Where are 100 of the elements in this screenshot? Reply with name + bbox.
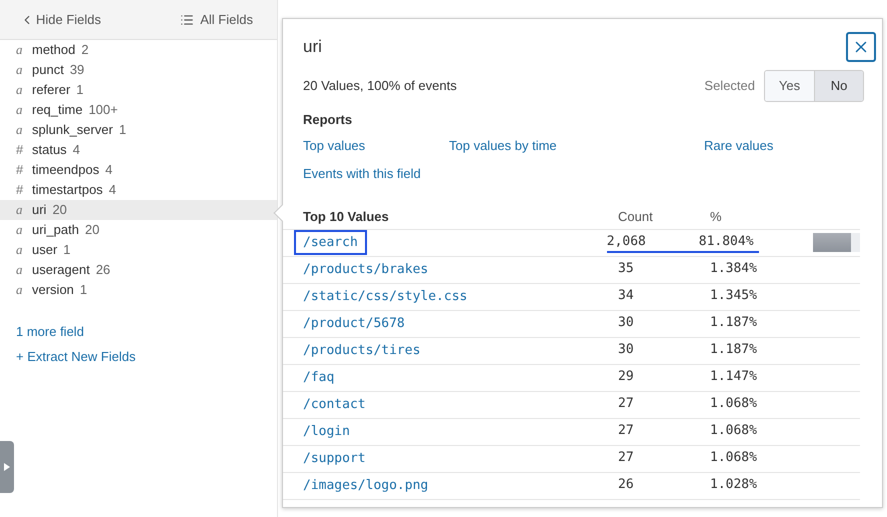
field-type: a (16, 61, 24, 80)
field-type: a (16, 241, 24, 260)
field-item[interactable]: a uri_path 20 (0, 220, 277, 240)
column-header: Top 10 Values (303, 208, 390, 226)
column-header: % (710, 208, 722, 226)
percent-cell-text: 1.147% (710, 368, 758, 386)
field-type: # (16, 181, 24, 200)
selected-label: Selected (704, 77, 755, 96)
value-link[interactable]: /static/css/style.css (303, 286, 468, 306)
all-fields-button[interactable]: All Fields (180, 10, 253, 30)
count-cell-text: 35 (618, 260, 635, 278)
value-link[interactable]: /products/brakes (303, 260, 428, 280)
summary-text: 20 Values, 100% of events (303, 77, 457, 96)
extract-fields-link[interactable]: + Extract New Fields (16, 346, 136, 366)
field-count: 39 (70, 61, 84, 80)
field-name: referer (32, 81, 70, 100)
field-item[interactable]: a splunk_server 1 (0, 120, 277, 140)
hide-fields-button[interactable]: Hide Fields (20, 10, 102, 30)
value-link[interactable]: /products/tires (303, 340, 420, 360)
more-fields-link[interactable]: 1 more field (16, 322, 84, 342)
field-item[interactable]: a uri 20 (0, 200, 277, 220)
count-cell-text: 29 (618, 368, 635, 386)
field-name: splunk_server (32, 121, 113, 140)
field-name: version (32, 281, 74, 300)
percent-cell-text: 1.068% (710, 394, 758, 413)
field-count: 100+ (88, 101, 118, 120)
field-count: 26 (96, 261, 110, 280)
field-count: 4 (108, 181, 116, 200)
field-item[interactable]: a method 2 (0, 40, 277, 60)
field-count: 1 (118, 121, 126, 140)
field-count: 1 (63, 241, 71, 260)
reports-heading: Reports (303, 111, 354, 129)
close-button[interactable] (846, 32, 876, 62)
field-type: a (16, 41, 24, 60)
field-type: a (16, 261, 24, 280)
field-name: timeendpos (32, 161, 100, 180)
field-name: timestartpos (32, 181, 103, 200)
field-type: # (16, 161, 24, 180)
field-item[interactable]: # timestartpos 4 (0, 180, 277, 200)
count-cell-text: 27 (618, 422, 635, 440)
field-item[interactable]: a referer 1 (0, 80, 277, 100)
value-link[interactable]: /search (294, 230, 367, 256)
field-name: method (32, 41, 76, 60)
field-type: # (16, 141, 24, 160)
field-item[interactable]: a useragent 26 (0, 260, 277, 280)
value-link[interactable]: /login (303, 422, 350, 442)
count-cell-text: 27 (618, 394, 635, 413)
field-item[interactable]: a user 1 (0, 240, 277, 260)
percent-cell-text: 1.028% (710, 476, 758, 494)
field-name: uri_path (32, 221, 79, 240)
value-link[interactable]: /support (303, 448, 366, 468)
value-link[interactable]: /images/logo.png (303, 476, 428, 496)
list-icon (180, 12, 194, 26)
field-name: punct (32, 61, 64, 80)
field-count: 4 (105, 161, 112, 180)
play-icon (4, 463, 10, 471)
percent-cell-text: 1.068% (710, 422, 758, 440)
count-cell-text: 30 (618, 340, 635, 359)
percent-cell-text: 81.804% (698, 232, 755, 251)
percent-cell-text: 1.187% (710, 314, 758, 332)
value-link[interactable]: /contact (303, 394, 366, 414)
report-link[interactable]: Events with this field (303, 164, 421, 184)
percent-cell-text: 1.345% (710, 286, 758, 305)
field-item[interactable]: # timeendpos 4 (0, 160, 277, 180)
field-count: 1 (76, 81, 84, 100)
field-type: a (16, 81, 24, 100)
field-type: a (16, 221, 24, 240)
field-count: 1 (80, 281, 88, 300)
percent-cell-text: 1.187% (710, 340, 758, 359)
field-item[interactable]: a version 1 (0, 280, 277, 300)
percent-cell-text: 1.384% (710, 260, 758, 278)
field-item[interactable]: # status 4 (0, 140, 277, 160)
column-header: Count (618, 208, 654, 226)
value-link[interactable]: /faq (303, 368, 334, 388)
count-cell-text: 30 (618, 314, 635, 332)
toggle-option[interactable]: No (814, 71, 863, 101)
value-link[interactable]: /product/5678 (303, 314, 405, 334)
popup-title: uri (303, 36, 322, 58)
field-type: a (16, 121, 24, 140)
field-type: a (16, 281, 24, 300)
percent-cell-text: 1.068% (710, 448, 758, 467)
field-name: uri (32, 201, 46, 220)
report-link[interactable]: Top values by time (449, 136, 557, 155)
report-link[interactable]: Top values (303, 136, 366, 155)
count-cell-text: 26 (618, 476, 635, 494)
field-count: 20 (84, 221, 100, 240)
field-count: 4 (72, 141, 80, 160)
field-name: user (32, 241, 58, 260)
field-name: status (32, 141, 67, 160)
field-item[interactable]: a punct 39 (0, 60, 277, 80)
dock-handle[interactable] (0, 441, 14, 493)
field-type: a (16, 101, 24, 120)
field-count: 20 (52, 201, 67, 220)
count-cell-text: 2,068 (606, 232, 647, 251)
field-item[interactable]: a req_time 100+ (0, 100, 277, 120)
field-count: 2 (81, 41, 89, 60)
field-type: a (16, 201, 24, 220)
field-name: req_time (32, 101, 83, 120)
report-link[interactable]: Rare values (704, 136, 774, 155)
toggle-option[interactable]: Yes (765, 71, 814, 101)
